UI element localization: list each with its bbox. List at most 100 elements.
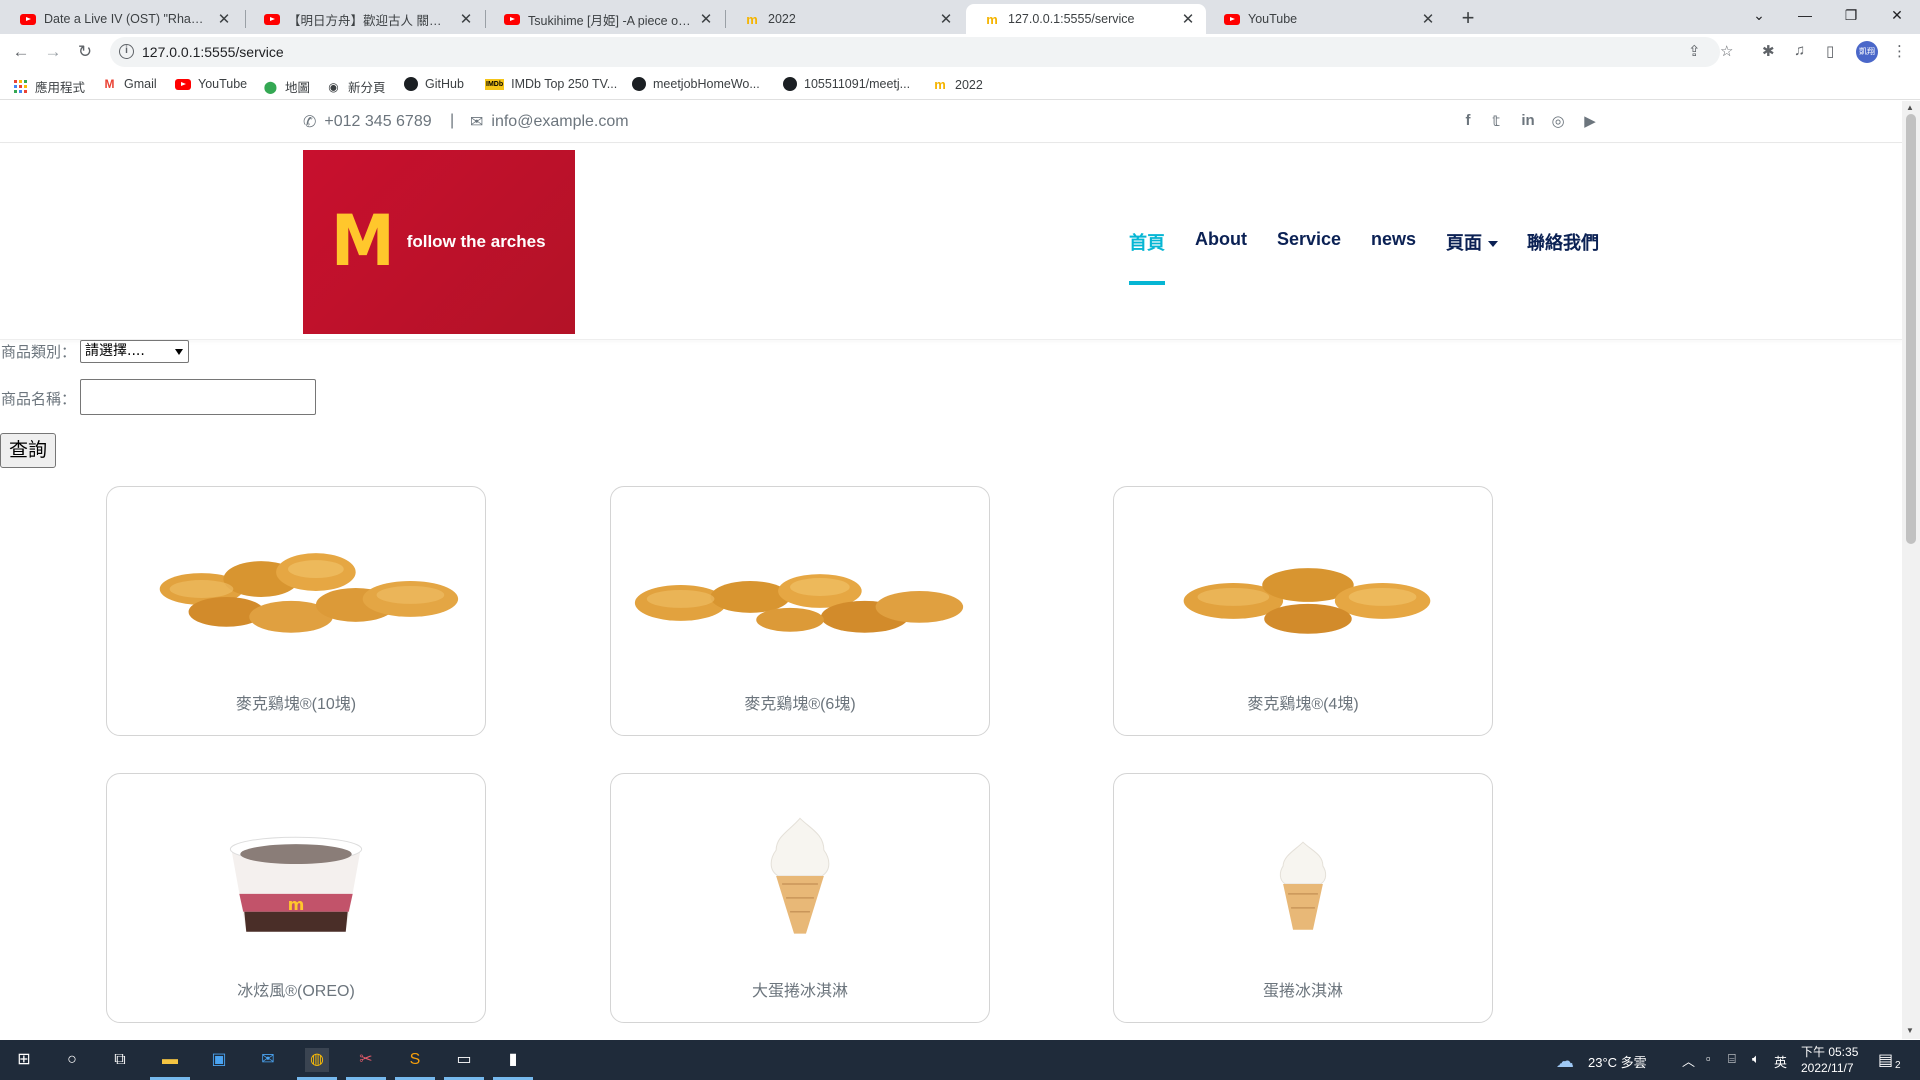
product-card[interactable]: m 冰炫風®(OREO) xyxy=(106,773,486,1023)
product-card[interactable]: 大蛋捲冰淇淋 xyxy=(610,773,990,1023)
menu-kebab-icon[interactable]: ⋮ xyxy=(1892,42,1907,60)
bookmark-youtube[interactable]: YouTube xyxy=(175,77,247,91)
meet-now-icon[interactable]: ▫ xyxy=(1706,1051,1711,1066)
product-card[interactable]: 蛋捲冰淇淋 xyxy=(1113,773,1493,1023)
nav-pages-dropdown[interactable]: 頁面 xyxy=(1446,229,1498,255)
product-name: 冰炫風®(OREO) xyxy=(237,983,355,1000)
clock-date[interactable]: 2022/11/7 xyxy=(1801,1061,1854,1075)
bookmark-label: Gmail xyxy=(124,77,157,91)
extensions-icon[interactable]: ✱ xyxy=(1762,42,1775,60)
volume-icon[interactable]: 🔈︎ xyxy=(1752,1051,1760,1067)
close-tab-icon[interactable]: ✕ xyxy=(1180,10,1196,28)
product-card[interactable]: 麥克鷄塊®(6塊) xyxy=(610,486,990,736)
tray-chevron-icon[interactable]: ︿ xyxy=(1682,1051,1695,1070)
network-icon[interactable]: ⌸ xyxy=(1728,1051,1736,1067)
github-icon xyxy=(404,77,418,91)
tab-title: 127.0.0.1:5555/service xyxy=(1008,12,1135,26)
nav-service[interactable]: Service xyxy=(1277,229,1341,250)
bookmark-gmail[interactable]: M Gmail xyxy=(102,77,157,91)
bookmark-apps[interactable]: 應用程式 xyxy=(14,77,85,96)
minimize-button[interactable]: — xyxy=(1782,0,1828,30)
task-view-icon[interactable]: ⧉ xyxy=(108,1048,132,1072)
browser-tab[interactable]: Date a Live IV (OST) "Rhapsody ✕ xyxy=(2,4,242,34)
product-name-input[interactable] xyxy=(80,379,316,415)
browser-tab-active[interactable]: m 127.0.0.1:5555/service ✕ xyxy=(966,4,1206,34)
bookmark-2022[interactable]: m 2022 xyxy=(932,77,983,92)
product-card[interactable]: 麥克鷄塊®(4塊) xyxy=(1113,486,1493,736)
youtube-icon xyxy=(504,13,520,25)
restore-button[interactable]: ❐ xyxy=(1828,0,1874,30)
nav-news[interactable]: news xyxy=(1371,229,1416,250)
bookmark-label: IMDb Top 250 TV... xyxy=(511,77,618,91)
bookmark-maps[interactable]: ⬤ 地圖 xyxy=(263,77,310,96)
reload-button[interactable]: ↻ xyxy=(71,38,99,66)
maps-pin-icon: ⬤ xyxy=(263,79,278,94)
close-tab-icon[interactable]: ✕ xyxy=(698,10,714,28)
input-language[interactable]: 英 xyxy=(1774,1052,1787,1071)
golden-arches-logo: M xyxy=(331,201,395,283)
query-button[interactable]: 查詢 xyxy=(0,433,56,468)
close-window-button[interactable]: ✕ xyxy=(1874,0,1920,30)
address-bar[interactable]: i 127.0.0.1:5555/service ⇪ ☆ xyxy=(110,37,1733,67)
bookmark-new-tab[interactable]: ◉ 新分頁 xyxy=(326,77,385,96)
page-scrollbar[interactable]: ▲ ▼ xyxy=(1902,101,1920,1039)
search-icon[interactable]: ○ xyxy=(60,1048,84,1072)
category-select[interactable]: 請選擇.... xyxy=(80,340,189,363)
browser-tab[interactable]: YouTube ✕ xyxy=(1206,4,1446,34)
close-tab-icon[interactable]: ✕ xyxy=(938,10,954,28)
instagram-icon[interactable]: ◎ xyxy=(1547,112,1569,130)
scroll-down-icon[interactable]: ▼ xyxy=(1906,1026,1914,1035)
cloud-icon[interactable]: ☁ xyxy=(1556,1051,1574,1072)
close-tab-icon[interactable]: ✕ xyxy=(1420,10,1436,28)
side-panel-icon[interactable]: ▯ xyxy=(1826,42,1834,60)
nav-home[interactable]: 首頁 xyxy=(1129,229,1165,255)
bookmark-star-icon[interactable]: ☆ xyxy=(1720,42,1733,60)
profile-avatar[interactable]: 凱翔 xyxy=(1856,41,1878,63)
browser-tab[interactable]: 【明日方舟】歡迎古人 關跑 #GK ✕ xyxy=(246,4,484,34)
youtube-icon[interactable]: ▶ xyxy=(1579,112,1601,130)
close-tab-icon[interactable]: ✕ xyxy=(216,10,232,28)
bookmark-label: YouTube xyxy=(198,77,248,91)
media-control-icon[interactable]: ♫ xyxy=(1794,42,1805,59)
browser-tab[interactable]: Tsukihime [月姫] -A piece of blu ✕ xyxy=(486,4,724,34)
sublime-text-icon[interactable]: S xyxy=(395,1048,435,1080)
facebook-icon[interactable]: f xyxy=(1457,112,1479,129)
new-tab-button[interactable]: + xyxy=(1454,4,1482,32)
large-ice-cream-cone-image xyxy=(770,817,830,934)
nav-contact[interactable]: 聯絡我們 xyxy=(1527,229,1599,255)
weather-text[interactable]: 23°C 多雲 xyxy=(1588,1052,1647,1071)
bookmark-imdb[interactable]: IMDb IMDb Top 250 TV... xyxy=(485,77,617,91)
clock-time[interactable]: 下午 05:35 xyxy=(1801,1043,1858,1060)
notification-center-icon[interactable]: ▤ xyxy=(1878,1050,1893,1070)
close-tab-icon[interactable]: ✕ xyxy=(458,10,474,28)
bookmark-github[interactable]: GitHub xyxy=(404,77,464,91)
github-icon xyxy=(783,77,797,91)
bookmark-repo[interactable]: 105511091/meetj... xyxy=(783,77,910,91)
site-logo[interactable]: M follow the arches xyxy=(303,150,575,334)
twitter-icon[interactable]: 𝕥 xyxy=(1485,112,1507,130)
scrollbar-thumb[interactable] xyxy=(1906,114,1916,544)
mcdonalds-icon: m xyxy=(934,77,946,92)
mail-icon[interactable]: ✉ xyxy=(256,1048,280,1072)
caret-down-icon xyxy=(1488,241,1498,248)
site-info-icon[interactable]: i xyxy=(119,44,134,59)
scroll-up-icon[interactable]: ▲ xyxy=(1906,103,1914,112)
browser-tab[interactable]: m 2022 ✕ xyxy=(726,4,964,34)
windows-start-icon[interactable]: ⊞ xyxy=(12,1048,36,1072)
chrome-icon[interactable]: ◍ xyxy=(297,1048,337,1080)
window-app-icon[interactable]: ▭ xyxy=(444,1048,484,1080)
store-icon[interactable]: ▣ xyxy=(207,1048,231,1072)
share-icon[interactable]: ⇪ xyxy=(1688,42,1701,60)
terminal-icon[interactable]: ▮ xyxy=(493,1048,533,1080)
linkedin-icon[interactable]: in xyxy=(1517,112,1539,129)
back-button[interactable]: ← xyxy=(7,38,35,66)
file-explorer-icon[interactable]: ▬ xyxy=(150,1048,190,1080)
bookmark-meetjob[interactable]: meetjobHomeWo... xyxy=(632,77,760,91)
youtube-icon xyxy=(175,78,191,90)
tab-search-icon[interactable]: ⌄ xyxy=(1736,0,1782,30)
nuggets-10-image xyxy=(159,553,459,633)
nav-about[interactable]: About xyxy=(1195,229,1247,250)
snipping-tool-icon[interactable]: ✂ xyxy=(346,1048,386,1080)
forward-button[interactable]: → xyxy=(39,38,67,66)
product-card[interactable]: 麥克鷄塊®(10塊) xyxy=(106,486,486,736)
